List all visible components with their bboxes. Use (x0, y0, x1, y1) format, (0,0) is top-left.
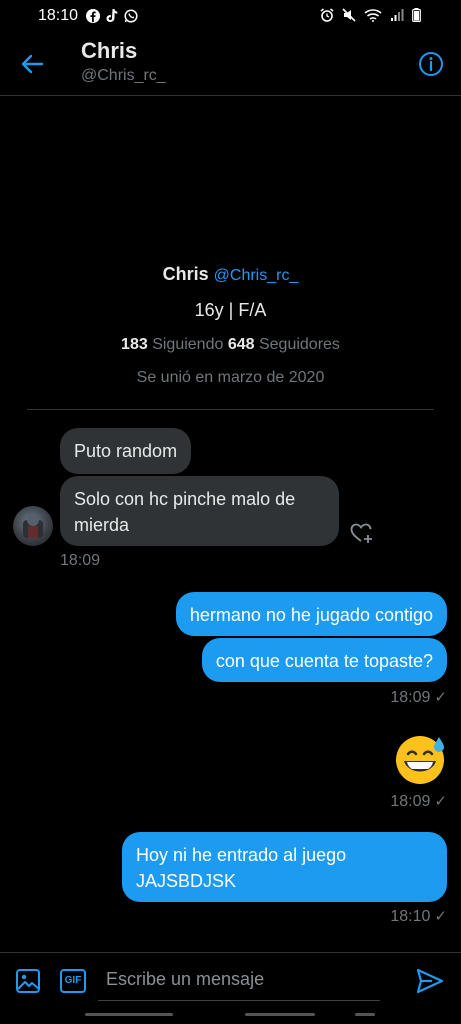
message-timestamp: 18:09 (390, 793, 431, 810)
profile-handle[interactable]: @Chris_rc_ (214, 267, 299, 284)
back-arrow-icon[interactable] (18, 50, 46, 78)
info-icon[interactable] (417, 50, 445, 78)
message-composer: GIF (0, 952, 461, 1024)
facebook-icon (86, 9, 101, 23)
message-timestamp: 18:09 (390, 689, 431, 706)
status-time: 18:10 (38, 7, 79, 24)
message-timestamp: 18:09 (60, 552, 101, 569)
header-handle[interactable]: @Chris_rc_ (81, 67, 166, 85)
profile-joined-date: Se unió en marzo de 2020 (136, 369, 325, 386)
message-timestamp: 18:10 (390, 908, 431, 925)
add-reaction-icon[interactable] (349, 520, 375, 546)
message-outgoing[interactable]: Hoy ni he entrado al juego JAJSBDJSK (122, 832, 447, 902)
grinning-sweat-emoji[interactable] (395, 733, 447, 785)
profile-summary: Chris @Chris_rc_ 16y | F/A 183 Siguiendo… (0, 264, 461, 387)
profile-name[interactable]: Chris (163, 264, 209, 284)
image-icon[interactable] (14, 967, 42, 995)
header-name[interactable]: Chris (81, 38, 137, 64)
profile-name-row[interactable]: Chris @Chris_rc_ (0, 264, 461, 285)
tiktok-icon (106, 9, 118, 22)
wifi-icon (364, 9, 382, 22)
gif-button[interactable]: GIF (60, 969, 86, 993)
send-icon[interactable] (415, 966, 445, 996)
mute-icon (342, 8, 356, 22)
message-incoming[interactable]: Puto random (60, 428, 192, 474)
following-count: 183 (121, 336, 148, 353)
message-timestamp-row: 18:10 ✓ (390, 907, 447, 926)
alarm-icon (320, 8, 334, 22)
message-outgoing[interactable]: hermano no he jugado contigo (175, 592, 447, 636)
navigation-bar (85, 1013, 375, 1017)
followers-count: 648 (227, 336, 255, 353)
profile-stats: 183 Siguiendo 648 Seguidores (0, 336, 461, 354)
status-bar: 18:10 (0, 0, 461, 32)
conversation-header: Chris @Chris_rc_ (0, 32, 461, 96)
followers-label: Seguidores (258, 336, 340, 353)
whatsapp-icon (124, 9, 138, 23)
profile-bio: 16y | F/A (194, 300, 267, 320)
battery-icon (412, 8, 421, 22)
following-label: Siguiendo (152, 336, 224, 353)
read-check-icon: ✓ (434, 908, 447, 925)
avatar[interactable] (13, 506, 53, 546)
divider (27, 409, 434, 410)
message-timestamp-row: 18:09 ✓ (390, 688, 447, 707)
message-outgoing[interactable]: con que cuenta te topaste? (201, 638, 447, 682)
message-timestamp-row: 18:09 ✓ (390, 792, 447, 811)
read-check-icon: ✓ (434, 793, 447, 810)
signal-icon (391, 9, 404, 21)
read-check-icon: ✓ (434, 689, 447, 706)
message-input[interactable] (98, 959, 380, 1001)
message-incoming[interactable]: Solo con hc pinche malo de mierda (60, 476, 339, 546)
